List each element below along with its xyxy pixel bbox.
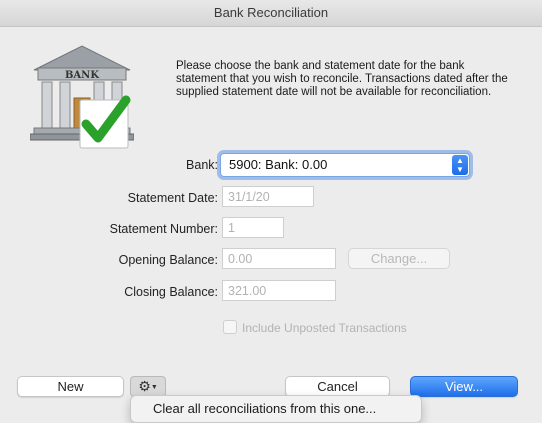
view-button[interactable]: View... [410,376,518,397]
opening-balance-field[interactable]: 0.00 [222,248,336,269]
bank-select-value: 5900: Bank: 0.00 [229,157,328,172]
window-title: Bank Reconciliation [0,0,542,27]
instructions-text: Please choose the bank and statement dat… [176,60,508,98]
gear-icon: ⚙ [138,378,151,394]
bank-sign-text: BANK [65,70,99,81]
statement-date-field[interactable]: 31/1/20 [222,186,314,207]
gear-menu-button[interactable]: ⚙▼ [130,376,166,397]
menu-item-clear-reconciliations[interactable]: Clear all reconciliations from this one.… [153,401,376,416]
bank-reconcile-icon: BANK [30,45,134,149]
bank-select[interactable]: 5900: Bank: 0.00 ▲ ▼ [220,153,470,177]
select-stepper-icon: ▲ ▼ [452,155,468,175]
cancel-button[interactable]: Cancel [285,376,390,397]
change-button[interactable]: Change... [348,248,450,269]
bank-label: Bank: [186,158,218,172]
new-button[interactable]: New [17,376,124,397]
include-unposted-label: Include Unposted Transactions [242,321,407,335]
statement-number-field[interactable]: 1 [222,217,284,238]
caret-down-icon: ▼ [150,383,158,391]
closing-balance-label: Closing Balance: [124,285,218,299]
closing-balance-field[interactable]: 321.00 [222,280,336,301]
include-unposted-row[interactable]: Include Unposted Transactions [223,320,407,335]
statement-date-label: Statement Date: [127,191,218,205]
opening-balance-label: Opening Balance: [118,253,218,267]
gear-dropdown-menu: Clear all reconciliations from this one.… [130,395,422,423]
bank-reconciliation-window: Bank Reconciliation BANK Please choose t… [0,0,542,423]
statement-number-label: Statement Number: [109,222,218,236]
include-unposted-checkbox[interactable] [223,320,237,334]
